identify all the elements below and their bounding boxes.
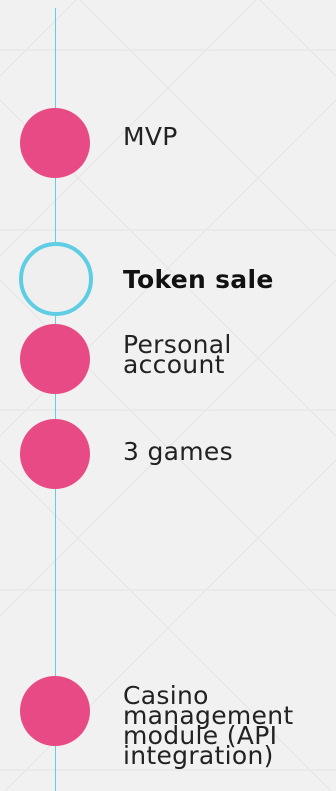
milestone-dot xyxy=(20,108,90,178)
milestone-label: 3 games xyxy=(123,437,233,466)
current-milestone-dot xyxy=(19,242,93,316)
milestone-label-current: Token sale xyxy=(123,265,274,294)
milestone-label: Personal account xyxy=(123,330,232,379)
milestone-label: Casino management module (API integratio… xyxy=(123,681,294,770)
milestone-dot xyxy=(20,419,90,489)
milestone-dot xyxy=(20,676,90,746)
milestone-label: MVP xyxy=(123,122,178,151)
milestone-dot xyxy=(20,324,90,394)
